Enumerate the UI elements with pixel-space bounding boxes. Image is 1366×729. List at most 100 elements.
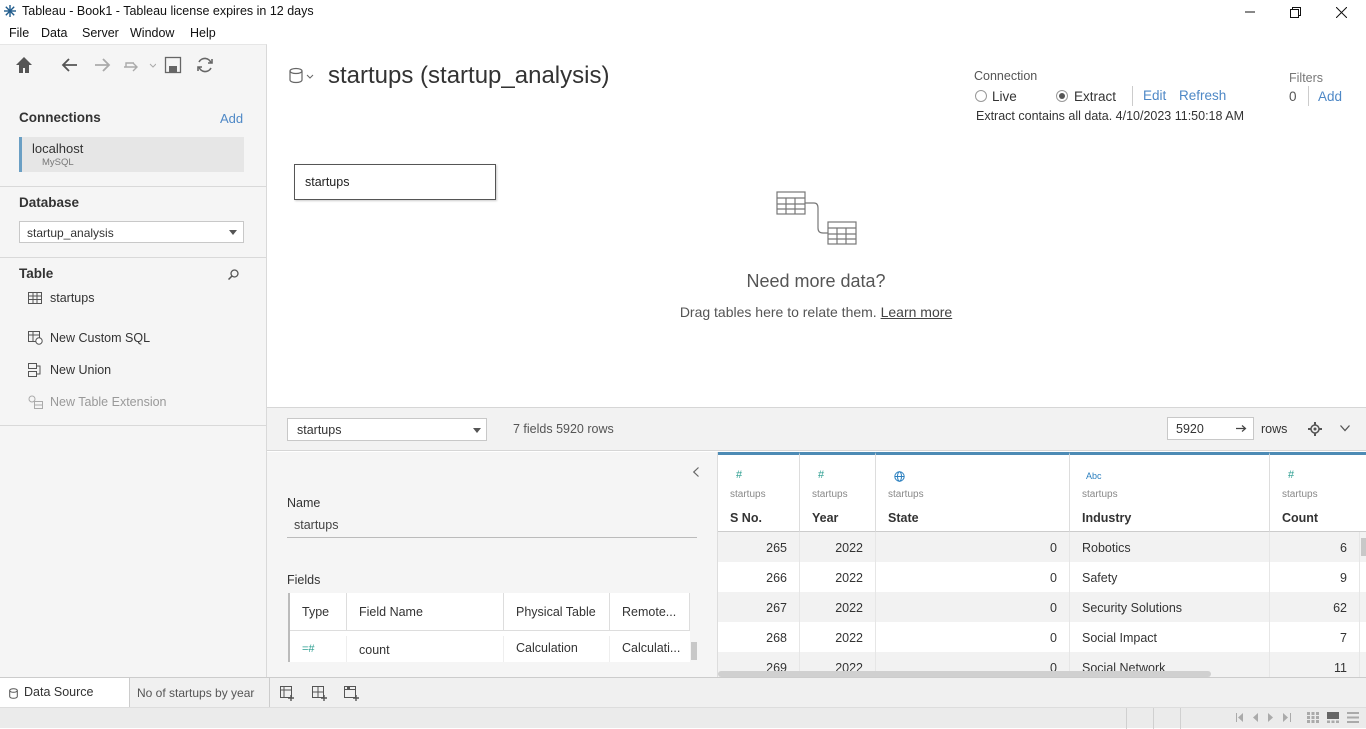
- first-sheet-icon[interactable]: [1236, 713, 1244, 722]
- menu-file[interactable]: File: [9, 26, 29, 40]
- prev-sheet-icon[interactable]: [1252, 713, 1258, 722]
- redo-dropdown-icon[interactable]: [122, 55, 156, 75]
- edit-extract-link[interactable]: Edit: [1143, 88, 1166, 103]
- drag-tables-hint: Drag tables here to relate them. Learn m…: [560, 304, 1072, 320]
- sidebar-item-startups[interactable]: startups: [27, 289, 94, 307]
- number-type-icon[interactable]: #: [1288, 469, 1294, 481]
- cell-count: 7: [1270, 622, 1360, 652]
- refresh-icon[interactable]: [195, 55, 215, 75]
- new-worksheet-icon[interactable]: [280, 686, 296, 701]
- data-grid: # startups S No. # startups Year startup…: [717, 452, 1366, 677]
- column-header-physical-table[interactable]: Physical Table: [504, 593, 610, 631]
- chevron-down-icon[interactable]: [1340, 425, 1350, 432]
- extract-radio[interactable]: [1056, 90, 1068, 102]
- cell-industry: Social Impact: [1070, 622, 1270, 652]
- canvas-table-startups[interactable]: startups: [294, 164, 496, 200]
- last-sheet-icon[interactable]: [1283, 713, 1291, 722]
- connection-item[interactable]: localhost MySQL: [19, 137, 244, 172]
- learn-more-link[interactable]: Learn more: [881, 304, 953, 320]
- field-name-cell[interactable]: count: [347, 636, 504, 662]
- drag-tables-text: Drag tables here to relate them.: [679, 304, 877, 320]
- divider: [0, 257, 266, 258]
- number-type-icon[interactable]: #: [736, 469, 742, 481]
- cell-count: 62: [1270, 592, 1360, 622]
- add-filter-link[interactable]: Add: [1318, 89, 1342, 104]
- new-table-extension-label: New Table Extension: [50, 395, 167, 409]
- new-table-extension-item[interactable]: New Table Extension: [27, 393, 167, 411]
- relate-tables-icon: [776, 190, 858, 246]
- table-name: startups: [50, 291, 95, 305]
- filmstrip-icon[interactable]: [1327, 712, 1339, 723]
- menu-server[interactable]: Server: [82, 26, 119, 40]
- menu-window[interactable]: Window: [130, 26, 174, 40]
- column-header-count[interactable]: # startups Count: [1270, 452, 1366, 532]
- vertical-scrollbar[interactable]: [1361, 538, 1366, 556]
- title-bar: Tableau - Book1 - Tableau license expire…: [0, 0, 1366, 24]
- back-arrow-icon[interactable]: [60, 55, 80, 75]
- cell-s-no: 267: [718, 592, 800, 622]
- sheet-sorter-icon[interactable]: [1307, 712, 1319, 723]
- save-icon[interactable]: [164, 55, 182, 75]
- divider: [1153, 708, 1154, 729]
- divider: [0, 186, 266, 187]
- forward-arrow-icon[interactable]: [92, 55, 112, 75]
- minimize-button[interactable]: [1227, 0, 1273, 24]
- table-select[interactable]: startups: [287, 418, 487, 441]
- database-select[interactable]: startup_analysis: [19, 221, 244, 243]
- search-icon[interactable]: [228, 269, 239, 280]
- restore-button[interactable]: [1272, 0, 1318, 24]
- column-header-s-no[interactable]: # startups S No.: [718, 452, 800, 532]
- cell-year: 2022: [800, 562, 876, 592]
- column-name: State: [888, 511, 919, 525]
- field-type-cell[interactable]: =#: [290, 636, 347, 662]
- next-sheet-icon[interactable]: [1268, 713, 1274, 722]
- number-type-icon[interactable]: #: [818, 469, 824, 481]
- column-header-remote[interactable]: Remote...: [610, 593, 690, 631]
- menu-data[interactable]: Data: [41, 26, 67, 40]
- table-select-value: startups: [297, 423, 342, 437]
- tab-sheet[interactable]: No of startups by year: [130, 678, 270, 708]
- arrow-right-icon[interactable]: [1236, 424, 1247, 433]
- tabs-view-icon[interactable]: [1347, 712, 1359, 723]
- datasource-title[interactable]: startups (startup_analysis): [328, 62, 609, 90]
- column-header-field-name[interactable]: Field Name: [347, 593, 504, 631]
- name-field[interactable]: startups: [294, 518, 338, 532]
- column-header-type[interactable]: Type: [290, 593, 347, 631]
- column-source: startups: [730, 489, 766, 500]
- rows-label: rows: [1261, 422, 1288, 436]
- rows-input[interactable]: 5920: [1167, 417, 1254, 440]
- refresh-extract-link[interactable]: Refresh: [1179, 88, 1226, 103]
- restore-icon: [1289, 6, 1301, 18]
- string-type-icon[interactable]: Abc: [1086, 471, 1102, 481]
- connection-type: MySQL: [42, 157, 74, 168]
- column-header-industry[interactable]: Abc startups Industry: [1070, 452, 1270, 532]
- physical-table-cell: Calculation: [504, 636, 610, 662]
- custom-sql-icon: [27, 330, 43, 346]
- new-story-icon[interactable]: [344, 686, 360, 701]
- column-header-state[interactable]: startups State: [876, 452, 1070, 532]
- add-connection-link[interactable]: Add: [220, 111, 243, 126]
- collapse-panel-icon[interactable]: [693, 467, 699, 477]
- calculated-number-icon: =#: [302, 643, 315, 655]
- cell-s-no: 265: [718, 532, 800, 562]
- name-label: Name: [287, 496, 321, 510]
- gear-icon[interactable]: [1308, 422, 1322, 436]
- menu-help[interactable]: Help: [190, 26, 216, 40]
- new-dashboard-icon[interactable]: [312, 686, 328, 701]
- live-radio[interactable]: [975, 90, 987, 102]
- extract-label: Extract: [1074, 89, 1117, 104]
- divider: [1132, 86, 1133, 106]
- cell-year: 2022: [800, 592, 876, 622]
- tab-sheet-label: No of startups by year: [137, 686, 255, 700]
- close-button[interactable]: [1318, 0, 1364, 24]
- column-name: S No.: [730, 511, 762, 525]
- scrollbar[interactable]: [691, 642, 697, 660]
- new-union-item[interactable]: New Union: [27, 361, 111, 379]
- globe-icon[interactable]: [894, 471, 905, 482]
- union-icon: [27, 362, 43, 378]
- tab-data-source[interactable]: Data Source: [0, 678, 130, 708]
- datasource-icon[interactable]: [288, 67, 314, 85]
- home-icon[interactable]: [14, 55, 34, 75]
- column-header-year[interactable]: # startups Year: [800, 452, 876, 532]
- new-custom-sql-item[interactable]: New Custom SQL: [27, 329, 150, 347]
